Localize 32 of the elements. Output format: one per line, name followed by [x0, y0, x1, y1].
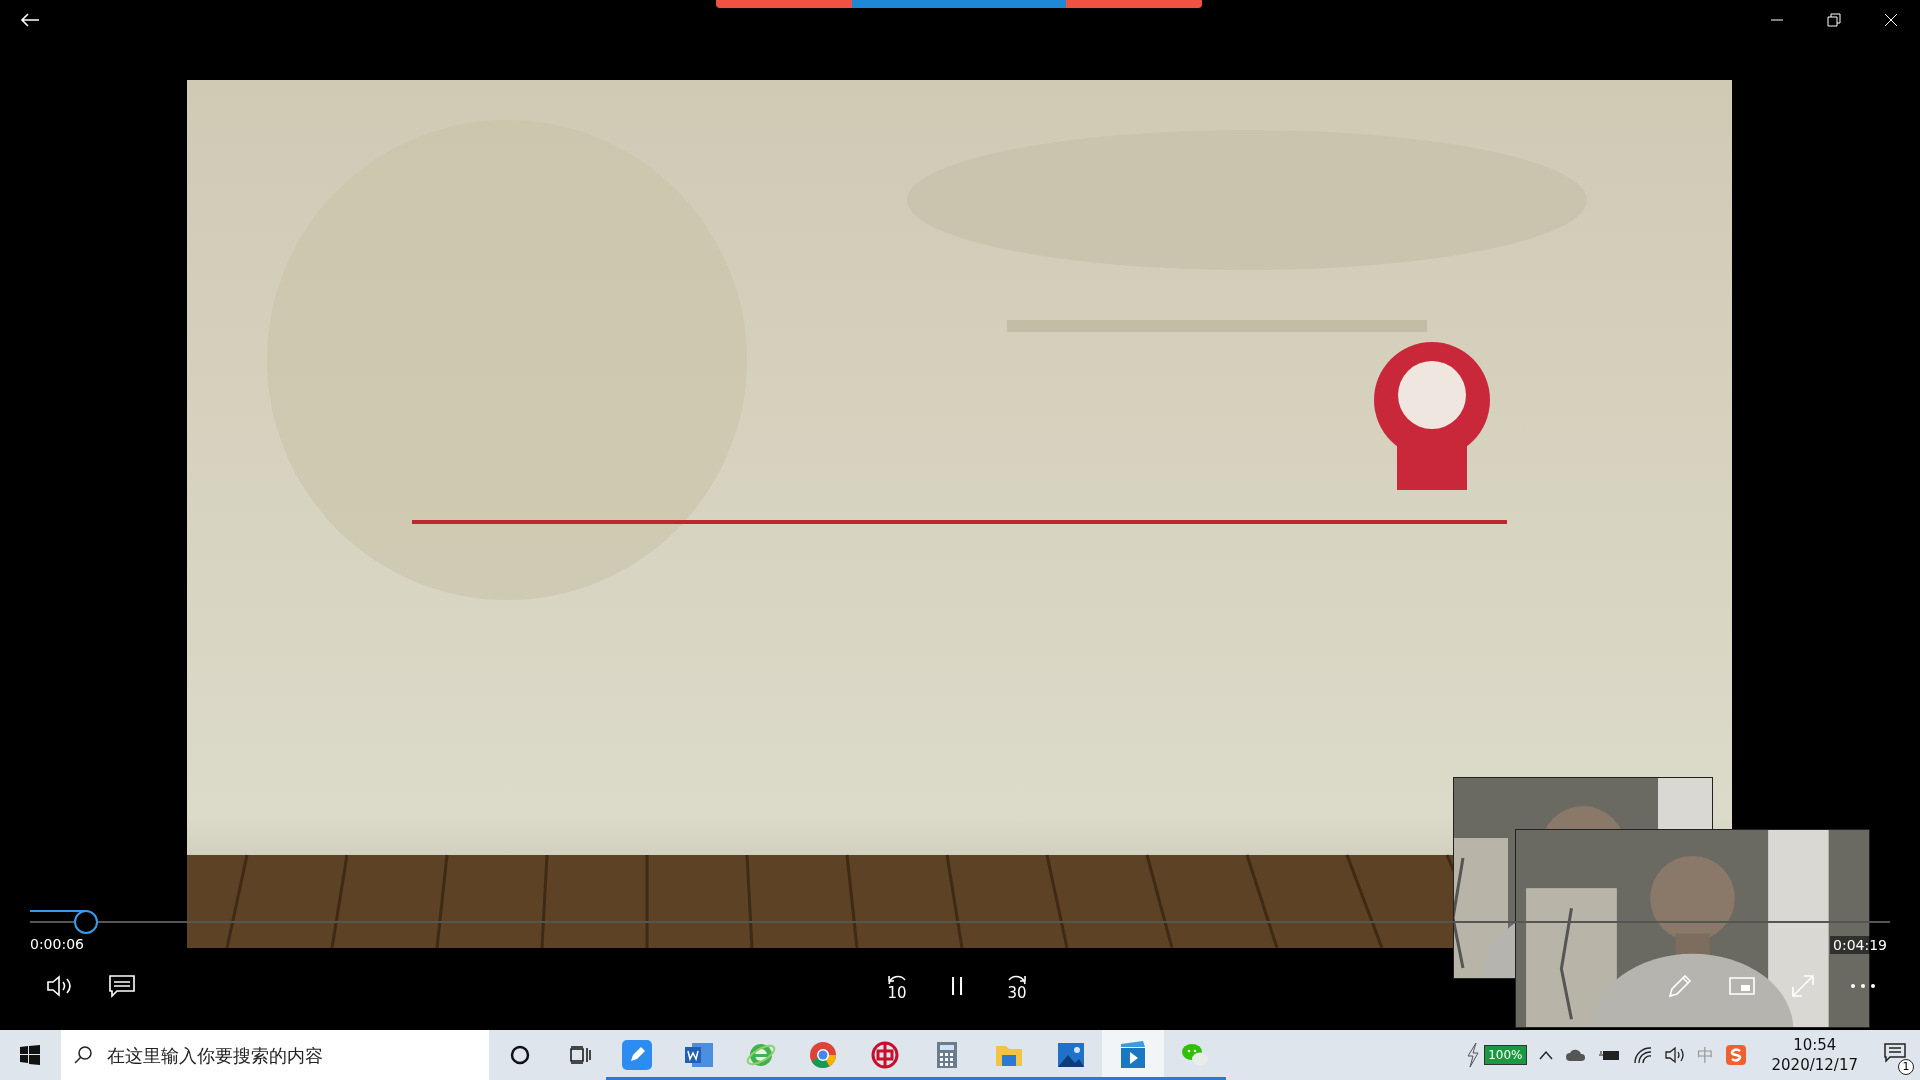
- wifi-icon[interactable]: [1632, 1046, 1653, 1064]
- subtitles-icon[interactable]: [108, 974, 136, 998]
- pen-app-icon: [622, 1040, 652, 1070]
- sogou-icon[interactable]: [1725, 1045, 1746, 1065]
- progress-thumb[interactable]: [73, 910, 98, 934]
- taskbar-app[interactable]: [1102, 1030, 1164, 1080]
- restore-icon[interactable]: [1827, 13, 1841, 27]
- task-view-icon[interactable]: [569, 1045, 591, 1065]
- word-icon: [684, 1040, 714, 1070]
- cortana-icon[interactable]: [510, 1045, 530, 1065]
- notification-icon[interactable]: [1884, 1043, 1906, 1063]
- forward-button[interactable]: 30: [1003, 972, 1032, 1000]
- rewind-button[interactable]: 10: [883, 972, 912, 1000]
- photos-icon: [1056, 1040, 1086, 1070]
- cloud-icon[interactable]: [1564, 1048, 1587, 1062]
- clock[interactable]: 10:54 2020/12/17: [1771, 1035, 1858, 1075]
- charging-icon: [1466, 1042, 1481, 1068]
- chevron-up-icon[interactable]: [1538, 1050, 1553, 1060]
- volume-icon[interactable]: [46, 974, 74, 998]
- close-icon[interactable]: [1884, 13, 1898, 27]
- bank-icon: [870, 1040, 900, 1070]
- more-icon[interactable]: [1850, 983, 1876, 989]
- notification-count: 1: [1898, 1059, 1914, 1075]
- chrome-icon: [808, 1040, 838, 1070]
- search-field[interactable]: 在这里输入你要搜索的内容: [61, 1030, 489, 1080]
- start-icon[interactable]: [20, 1045, 40, 1065]
- elapsed-time: 0:00:06: [30, 936, 84, 954]
- video-player-icon: [1118, 1040, 1148, 1070]
- battery-level[interactable]: 100%: [1484, 1045, 1527, 1065]
- battery-icon[interactable]: [1598, 1048, 1621, 1062]
- back-icon[interactable]: [20, 12, 40, 28]
- volume-icon[interactable]: [1664, 1046, 1685, 1064]
